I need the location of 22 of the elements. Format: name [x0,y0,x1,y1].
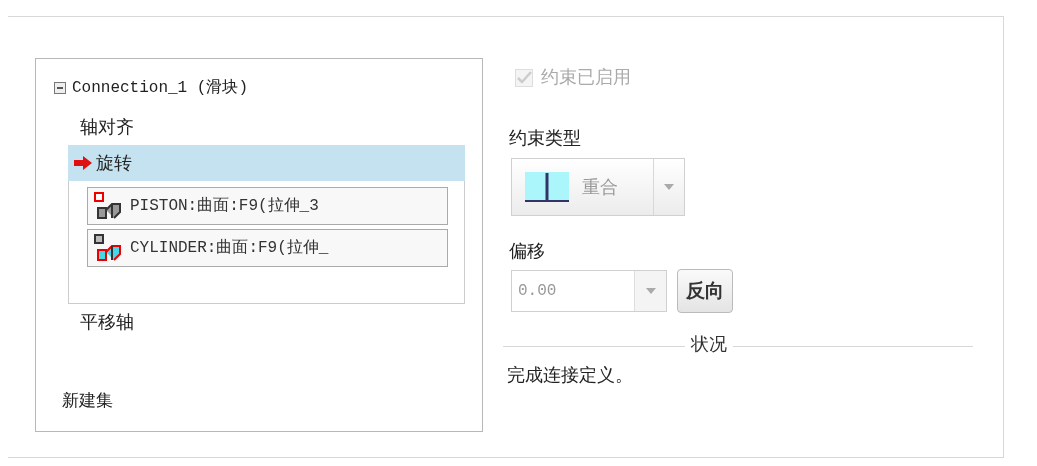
flip-button[interactable]: 反向 [677,269,733,313]
status-heading: 状况 [690,333,728,356]
reference-item[interactable]: CYLINDER:曲面:F9(拉伸_ [87,229,448,267]
tree-item[interactable]: 旋转 [68,145,465,181]
dropdown-arrow-icon [645,288,656,294]
part-surface-icon [94,192,124,220]
part-surface-icon [94,234,124,262]
reference-item[interactable]: PISTON:曲面:F9(拉伸_3 [87,187,448,225]
tree-item[interactable]: Connection_1 (滑块) [72,76,249,100]
tree-item[interactable]: 新建集 [54,387,113,413]
status-message: 完成连接定义。 [507,364,633,387]
checkbox-label: 约束已启用 [541,66,631,89]
coincident-icon [524,171,570,203]
tree-item[interactable]: 平移轴 [74,304,465,340]
field-label: 约束类型 [509,127,581,150]
dropdown-arrow-icon [664,184,674,190]
field-label: 偏移 [509,240,545,263]
arrow-icon [74,156,92,170]
check-icon [516,70,532,85]
dropdown-value: 重合 [582,175,618,199]
tree-item[interactable]: 轴对齐 [74,109,465,145]
collapse-icon[interactable] [54,82,66,94]
